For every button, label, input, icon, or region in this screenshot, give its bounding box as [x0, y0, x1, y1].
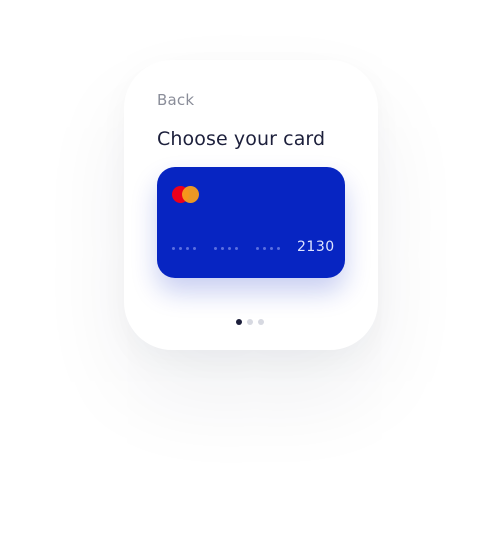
masked-number-group-1 — [172, 242, 200, 254]
mask-dot — [186, 246, 189, 250]
masked-number-group-3 — [256, 242, 284, 254]
card-last-four-digits: 2130 — [297, 239, 335, 255]
mastercard-logo-icon — [172, 186, 199, 203]
watch-screen: Back Choose your card 2130 — [124, 60, 378, 350]
mask-dot — [193, 246, 196, 250]
mask-dot — [235, 246, 238, 250]
page-indicator — [236, 319, 269, 325]
mask-dot — [179, 246, 182, 250]
mask-dot — [172, 246, 175, 250]
payment-card[interactable]: 2130 — [157, 167, 345, 278]
page-title: Choose your card — [157, 128, 326, 150]
masked-number-group-2 — [214, 242, 242, 254]
mask-dot — [270, 246, 273, 250]
page-dot-2[interactable] — [247, 319, 253, 325]
mask-dot — [228, 246, 231, 250]
mastercard-orange-circle — [182, 186, 199, 203]
mask-dot — [277, 246, 280, 250]
page-dot-3[interactable] — [258, 319, 264, 325]
mask-dot — [256, 246, 259, 250]
back-button[interactable]: Back — [157, 91, 194, 109]
stage: Back Choose your card 2130 — [0, 0, 500, 535]
mask-dot — [263, 246, 266, 250]
mask-dot — [221, 246, 224, 250]
mask-dot — [214, 246, 217, 250]
page-dot-1[interactable] — [236, 319, 242, 325]
